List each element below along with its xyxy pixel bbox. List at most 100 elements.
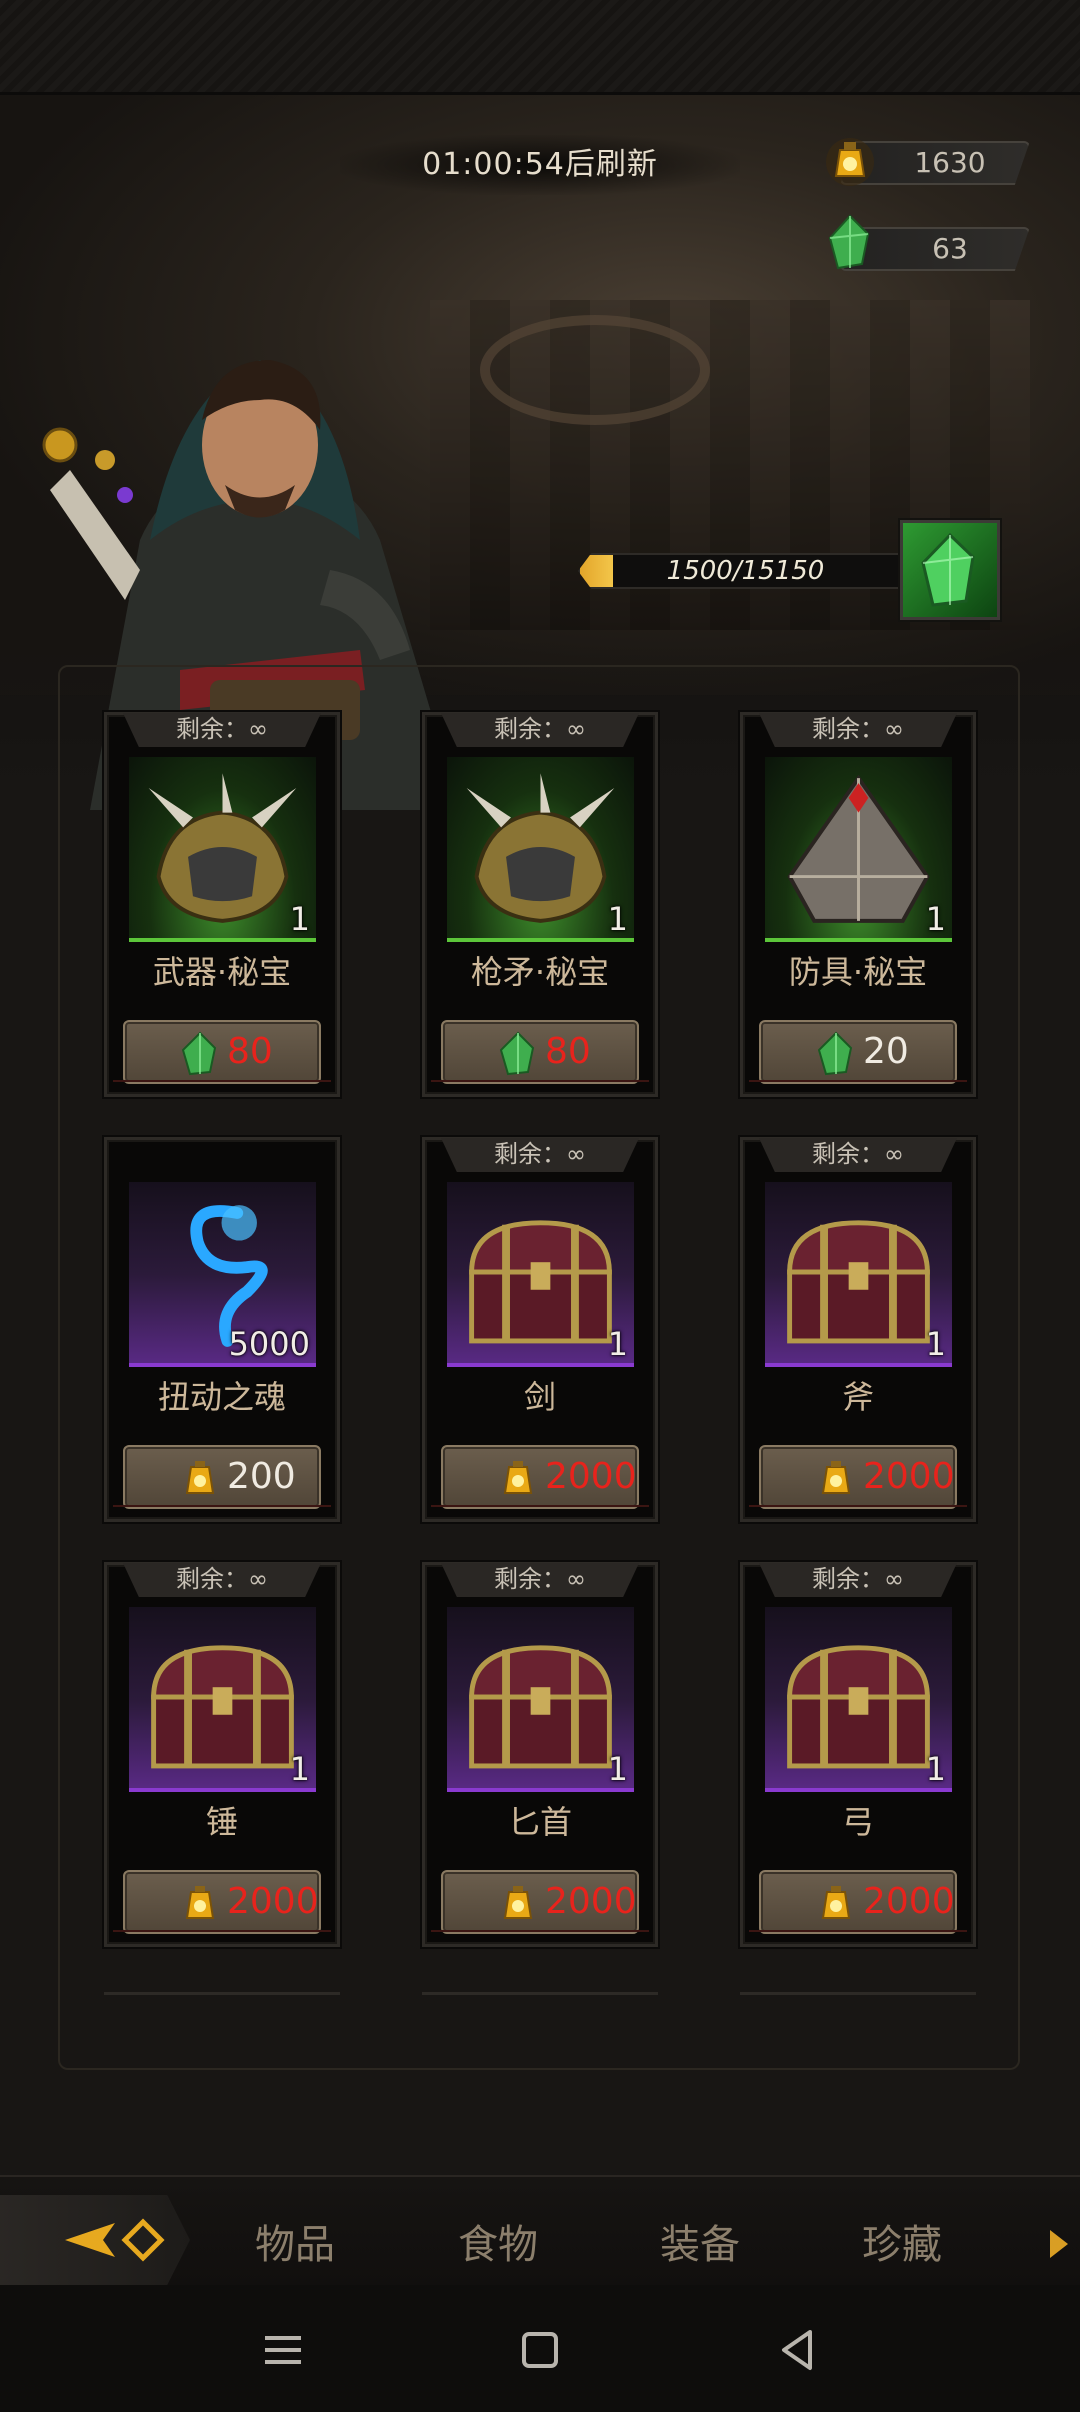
item-name: 匕首 — [507, 1803, 572, 1841]
item-quantity: 1 — [289, 1750, 310, 1788]
gold-lantern-icon — [821, 1461, 851, 1494]
item-thumbnail[interactable]: 1 — [765, 1607, 952, 1792]
item-name: 斧 — [841, 1378, 874, 1416]
item-price: 2000 — [863, 1456, 955, 1497]
shop-item-card[interactable]: 剩余：∞ 1 武器·秘宝 80 — [104, 712, 340, 1097]
points-progress-bar: 1500/15150 — [578, 553, 913, 589]
progress-reward-chest[interactable] — [898, 518, 1002, 622]
buy-button[interactable]: 80 — [123, 1020, 321, 1084]
remaining-stock-label: 剩余：∞ — [759, 713, 957, 747]
shop-item-card[interactable]: 5000 扭动之魂 200 — [104, 1137, 340, 1522]
shop-item-card[interactable]: 剩余：∞ 1 剑 2000 — [422, 1137, 658, 1522]
buy-button[interactable]: 20 — [759, 1020, 957, 1084]
item-thumbnail[interactable]: 1 — [129, 1607, 316, 1792]
next-row-card-top — [740, 1992, 976, 2002]
next-row-card-top — [104, 1992, 340, 2002]
item-thumbnail[interactable]: 1 — [765, 1182, 952, 1367]
progress-text: 1500/15150 — [666, 556, 825, 586]
more-tabs-arrow-icon[interactable] — [1050, 2230, 1068, 2258]
menu-icon[interactable] — [255, 2322, 311, 2378]
item-thumbnail[interactable]: 1 — [447, 757, 634, 942]
top-ornament-frame — [0, 0, 1080, 95]
refresh-timer: 01:00:54后刷新 — [340, 135, 740, 195]
gold-lantern-icon — [821, 1886, 851, 1919]
back-tab-button[interactable] — [0, 2195, 190, 2285]
tab-items[interactable]: 物品 — [255, 2212, 335, 2270]
green-crystal-icon — [828, 214, 870, 270]
item-price: 80 — [545, 1031, 591, 1072]
item-price: 80 — [227, 1031, 273, 1072]
remaining-stock-label: 剩余：∞ — [123, 713, 321, 747]
item-thumbnail[interactable]: 1 — [129, 757, 316, 942]
gold-lantern-icon — [826, 138, 874, 186]
armor-pyramid-icon — [787, 774, 930, 923]
item-name: 防具·秘宝 — [788, 953, 928, 991]
item-thumbnail[interactable]: 1 — [447, 1182, 634, 1367]
item-thumbnail[interactable]: 5000 — [129, 1182, 316, 1367]
treasure-chest-icon — [469, 1220, 612, 1344]
next-row-card-top — [422, 1992, 658, 2002]
treasure-chest-icon — [787, 1645, 930, 1769]
back-icon[interactable] — [770, 2322, 826, 2378]
buy-button[interactable]: 2000 — [441, 1445, 639, 1509]
buy-button[interactable]: 2000 — [759, 1870, 957, 1934]
spiked-armor-icon — [148, 773, 297, 923]
item-name: 枪矛·秘宝 — [470, 953, 610, 991]
remaining-stock-label: 剩余：∞ — [441, 1138, 639, 1172]
gold-amount: 1630 — [914, 146, 986, 179]
item-price: 2000 — [545, 1881, 637, 1922]
shop-item-card[interactable]: 剩余：∞ 1 匕首 2000 — [422, 1562, 658, 1947]
shop-item-card[interactable]: 剩余：∞ 1 防具·秘宝 20 — [740, 712, 976, 1097]
green-crystal-icon — [499, 1031, 535, 1076]
back-arrow-icon — [65, 2218, 165, 2262]
buy-button[interactable]: 80 — [441, 1020, 639, 1084]
item-name: 锤 — [205, 1803, 238, 1841]
item-price: 200 — [227, 1456, 296, 1497]
item-thumbnail[interactable]: 1 — [447, 1607, 634, 1792]
shop-item-card[interactable]: 剩余：∞ 1 锤 2000 — [104, 1562, 340, 1947]
item-name: 扭动之魂 — [157, 1378, 286, 1416]
buy-button[interactable]: 2000 — [441, 1870, 639, 1934]
item-quantity: 1 — [925, 900, 946, 938]
item-price: 2000 — [545, 1456, 637, 1497]
tab-equipment[interactable]: 装备 — [660, 2212, 740, 2270]
tab-collection[interactable]: 珍藏 — [862, 2212, 942, 2270]
home-icon[interactable] — [512, 2322, 568, 2378]
item-price: 2000 — [227, 1881, 319, 1922]
buy-button[interactable]: 2000 — [123, 1870, 321, 1934]
green-crystal-icon — [181, 1031, 217, 1076]
gold-lantern-icon — [185, 1461, 215, 1494]
treasure-chest-icon — [787, 1220, 930, 1344]
item-thumbnail[interactable]: 1 — [765, 757, 952, 942]
item-name: 武器·秘宝 — [152, 953, 292, 991]
buy-button[interactable]: 2000 — [759, 1445, 957, 1509]
remaining-stock-label: 剩余：∞ — [441, 713, 639, 747]
shop-item-card[interactable]: 剩余：∞ 1 枪矛·秘宝 80 — [422, 712, 658, 1097]
item-price: 2000 — [863, 1881, 955, 1922]
item-price: 20 — [863, 1031, 909, 1072]
item-quantity: 1 — [607, 1750, 628, 1788]
remaining-stock-label: 剩余：∞ — [759, 1138, 957, 1172]
item-quantity: 5000 — [228, 1325, 310, 1363]
background-wheel-chandelier — [480, 315, 710, 425]
shop-item-card[interactable]: 剩余：∞ 1 斧 2000 — [740, 1137, 976, 1522]
item-quantity: 1 — [607, 900, 628, 938]
treasure-chest-icon — [469, 1645, 612, 1769]
gold-lantern-icon — [185, 1886, 215, 1919]
item-quantity: 1 — [925, 1750, 946, 1788]
remaining-stock-label: 剩余：∞ — [759, 1563, 957, 1597]
item-name: 剑 — [523, 1378, 556, 1416]
item-name: 弓 — [841, 1803, 874, 1841]
shop-item-card[interactable]: 剩余：∞ 1 弓 2000 — [740, 1562, 976, 1947]
treasure-chest-icon — [151, 1645, 294, 1769]
gold-lantern-icon — [503, 1886, 533, 1919]
spiked-armor-icon — [466, 773, 615, 923]
green-crystal-icon — [817, 1031, 853, 1076]
buy-button[interactable]: 200 — [123, 1445, 321, 1509]
gold-lantern-icon — [503, 1461, 533, 1494]
green-crystal-icon — [921, 532, 975, 607]
remaining-stock-label: 剩余：∞ — [123, 1563, 321, 1597]
tab-food[interactable]: 食物 — [458, 2212, 538, 2270]
item-quantity: 1 — [607, 1325, 628, 1363]
item-quantity: 1 — [289, 900, 310, 938]
